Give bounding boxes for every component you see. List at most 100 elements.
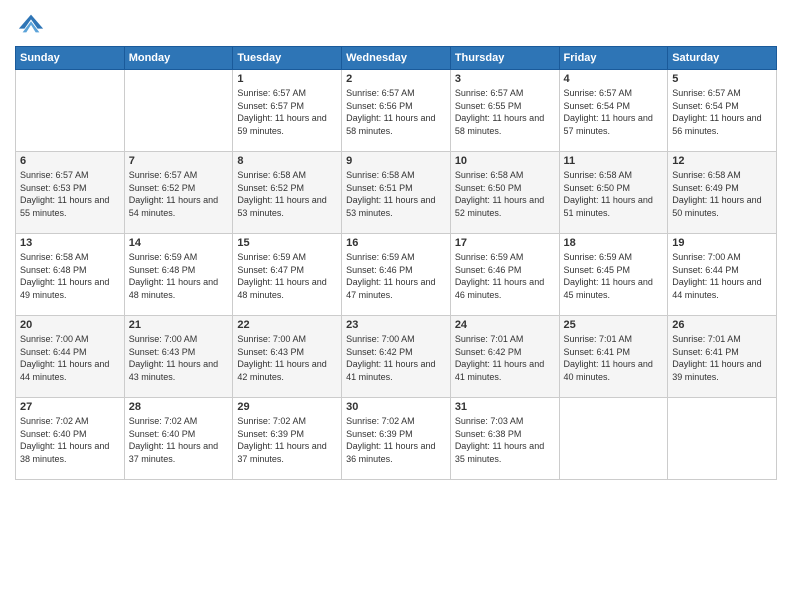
day-number: 29 — [237, 401, 337, 413]
day-number: 12 — [672, 155, 772, 167]
day-info: Sunrise: 6:57 AMSunset: 6:56 PMDaylight:… — [346, 87, 446, 137]
day-number: 20 — [20, 319, 120, 331]
day-info: Sunrise: 6:58 AMSunset: 6:49 PMDaylight:… — [672, 169, 772, 219]
day-number: 14 — [129, 237, 229, 249]
day-number: 28 — [129, 401, 229, 413]
day-cell: 7Sunrise: 6:57 AMSunset: 6:52 PMDaylight… — [124, 152, 233, 234]
day-info: Sunrise: 6:57 AMSunset: 6:54 PMDaylight:… — [564, 87, 664, 137]
day-cell: 8 Sunrise: 6:58 AMSunset: 6:52 PMDaylight… — [233, 152, 342, 234]
day-cell: 15Sunrise: 6:59 AMSunset: 6:47 PMDayligh… — [233, 234, 342, 316]
day-number: 31 — [455, 401, 555, 413]
day-cell: 16 Sunrise: 6:59 AMSunset: 6:46 PMDayligh… — [342, 234, 451, 316]
day-info: Sunrise: 7:02 AMSunset: 6:40 PMDaylight:… — [20, 415, 120, 465]
day-number: 1 — [237, 73, 337, 85]
day-cell: 1 Sunrise: 6:57 AMSunset: 6:57 PMDaylight… — [233, 70, 342, 152]
day-info: Sunrise: 7:02 AMSunset: 6:39 PMDaylight:… — [237, 415, 337, 465]
day-number: 27 — [20, 401, 120, 413]
day-number: 16 — [346, 237, 446, 249]
day-info: Sunrise: 6:59 AMSunset: 6:46 PMDaylight:… — [346, 251, 446, 301]
day-number: 6 — [20, 155, 120, 167]
day-cell — [16, 70, 125, 152]
day-info: Sunrise: 6:57 AMSunset: 6:57 PMDaylight:… — [237, 87, 337, 137]
day-number: 18 — [564, 237, 664, 249]
day-cell: 20 Sunrise: 7:00 AMSunset: 6:44 PMDayligh… — [16, 316, 125, 398]
day-cell: 24 Sunrise: 7:01 AMSunset: 6:42 PMDayligh… — [450, 316, 559, 398]
day-cell: 17 Sunrise: 6:59 AMSunset: 6:46 PMDayligh… — [450, 234, 559, 316]
day-info: Sunrise: 7:00 AMSunset: 6:42 PMDaylight:… — [346, 333, 446, 383]
col-header-tuesday: Tuesday — [233, 47, 342, 70]
day-number: 21 — [129, 319, 229, 331]
col-header-sunday: Sunday — [16, 47, 125, 70]
logo-icon — [17, 10, 45, 38]
day-info: Sunrise: 7:00 AMSunset: 6:44 PMDaylight:… — [20, 333, 120, 383]
day-info: Sunrise: 6:58 AMSunset: 6:48 PMDaylight:… — [20, 251, 120, 301]
col-header-saturday: Saturday — [668, 47, 777, 70]
day-number: 26 — [672, 319, 772, 331]
col-header-wednesday: Wednesday — [342, 47, 451, 70]
day-number: 3 — [455, 73, 555, 85]
day-info: Sunrise: 6:57 AMSunset: 6:53 PMDaylight:… — [20, 169, 120, 219]
day-number: 15 — [237, 237, 337, 249]
calendar-container: SundayMondayTuesdayWednesdayThursdayFrid… — [0, 0, 792, 612]
day-info: Sunrise: 7:01 AMSunset: 6:41 PMDaylight:… — [564, 333, 664, 383]
day-number: 9 — [346, 155, 446, 167]
calendar-table: SundayMondayTuesdayWednesdayThursdayFrid… — [15, 46, 777, 480]
day-info: Sunrise: 6:58 AMSunset: 6:50 PMDaylight:… — [564, 169, 664, 219]
day-cell: 4 Sunrise: 6:57 AMSunset: 6:54 PMDaylight… — [559, 70, 668, 152]
week-row-4: 20 Sunrise: 7:00 AMSunset: 6:44 PMDayligh… — [16, 316, 777, 398]
day-cell: 28 Sunrise: 7:02 AMSunset: 6:40 PMDayligh… — [124, 398, 233, 480]
day-cell: 26Sunrise: 7:01 AMSunset: 6:41 PMDayligh… — [668, 316, 777, 398]
day-number: 13 — [20, 237, 120, 249]
day-info: Sunrise: 6:58 AMSunset: 6:52 PMDaylight:… — [237, 169, 337, 219]
day-cell: 18 Sunrise: 6:59 AMSunset: 6:45 PMDayligh… — [559, 234, 668, 316]
day-info: Sunrise: 7:03 AMSunset: 6:38 PMDaylight:… — [455, 415, 555, 465]
day-cell: 6 Sunrise: 6:57 AMSunset: 6:53 PMDaylight… — [16, 152, 125, 234]
day-info: Sunrise: 6:58 AMSunset: 6:50 PMDaylight:… — [455, 169, 555, 219]
day-cell: 10 Sunrise: 6:58 AMSunset: 6:50 PMDayligh… — [450, 152, 559, 234]
col-header-friday: Friday — [559, 47, 668, 70]
day-number: 17 — [455, 237, 555, 249]
day-cell: 27 Sunrise: 7:02 AMSunset: 6:40 PMDayligh… — [16, 398, 125, 480]
day-info: Sunrise: 7:00 AMSunset: 6:44 PMDaylight:… — [672, 251, 772, 301]
day-cell — [668, 398, 777, 480]
day-number: 25 — [564, 319, 664, 331]
day-number: 22 — [237, 319, 337, 331]
day-number: 11 — [564, 155, 664, 167]
day-info: Sunrise: 7:01 AMSunset: 6:42 PMDaylight:… — [455, 333, 555, 383]
week-row-2: 6 Sunrise: 6:57 AMSunset: 6:53 PMDaylight… — [16, 152, 777, 234]
day-number: 30 — [346, 401, 446, 413]
day-cell: 12 Sunrise: 6:58 AMSunset: 6:49 PMDayligh… — [668, 152, 777, 234]
day-number: 23 — [346, 319, 446, 331]
day-cell: 5Sunrise: 6:57 AMSunset: 6:54 PMDaylight… — [668, 70, 777, 152]
day-cell: 23 Sunrise: 7:00 AMSunset: 6:42 PMDayligh… — [342, 316, 451, 398]
day-number: 10 — [455, 155, 555, 167]
day-info: Sunrise: 6:59 AMSunset: 6:45 PMDaylight:… — [564, 251, 664, 301]
day-cell: 22Sunrise: 7:00 AMSunset: 6:43 PMDayligh… — [233, 316, 342, 398]
col-header-thursday: Thursday — [450, 47, 559, 70]
logo — [15, 10, 45, 38]
day-cell: 14 Sunrise: 6:59 AMSunset: 6:48 PMDayligh… — [124, 234, 233, 316]
header-row: SundayMondayTuesdayWednesdayThursdayFrid… — [16, 47, 777, 70]
day-number: 19 — [672, 237, 772, 249]
day-info: Sunrise: 6:59 AMSunset: 6:48 PMDaylight:… — [129, 251, 229, 301]
day-number: 8 — [237, 155, 337, 167]
week-row-3: 13 Sunrise: 6:58 AMSunset: 6:48 PMDayligh… — [16, 234, 777, 316]
day-cell: 30Sunrise: 7:02 AMSunset: 6:39 PMDayligh… — [342, 398, 451, 480]
header — [15, 10, 777, 38]
day-info: Sunrise: 6:57 AMSunset: 6:52 PMDaylight:… — [129, 169, 229, 219]
day-info: Sunrise: 6:58 AMSunset: 6:51 PMDaylight:… — [346, 169, 446, 219]
day-cell: 21Sunrise: 7:00 AMSunset: 6:43 PMDayligh… — [124, 316, 233, 398]
day-cell: 2 Sunrise: 6:57 AMSunset: 6:56 PMDaylight… — [342, 70, 451, 152]
day-info: Sunrise: 7:02 AMSunset: 6:40 PMDaylight:… — [129, 415, 229, 465]
day-number: 24 — [455, 319, 555, 331]
day-number: 5 — [672, 73, 772, 85]
day-cell: 25 Sunrise: 7:01 AMSunset: 6:41 PMDayligh… — [559, 316, 668, 398]
day-number: 4 — [564, 73, 664, 85]
day-number: 2 — [346, 73, 446, 85]
day-info: Sunrise: 6:59 AMSunset: 6:46 PMDaylight:… — [455, 251, 555, 301]
week-row-1: 1 Sunrise: 6:57 AMSunset: 6:57 PMDaylight… — [16, 70, 777, 152]
day-cell: 11 Sunrise: 6:58 AMSunset: 6:50 PMDayligh… — [559, 152, 668, 234]
week-row-5: 27 Sunrise: 7:02 AMSunset: 6:40 PMDayligh… — [16, 398, 777, 480]
day-cell: 31 Sunrise: 7:03 AMSunset: 6:38 PMDayligh… — [450, 398, 559, 480]
day-cell: 3Sunrise: 6:57 AMSunset: 6:55 PMDaylight… — [450, 70, 559, 152]
